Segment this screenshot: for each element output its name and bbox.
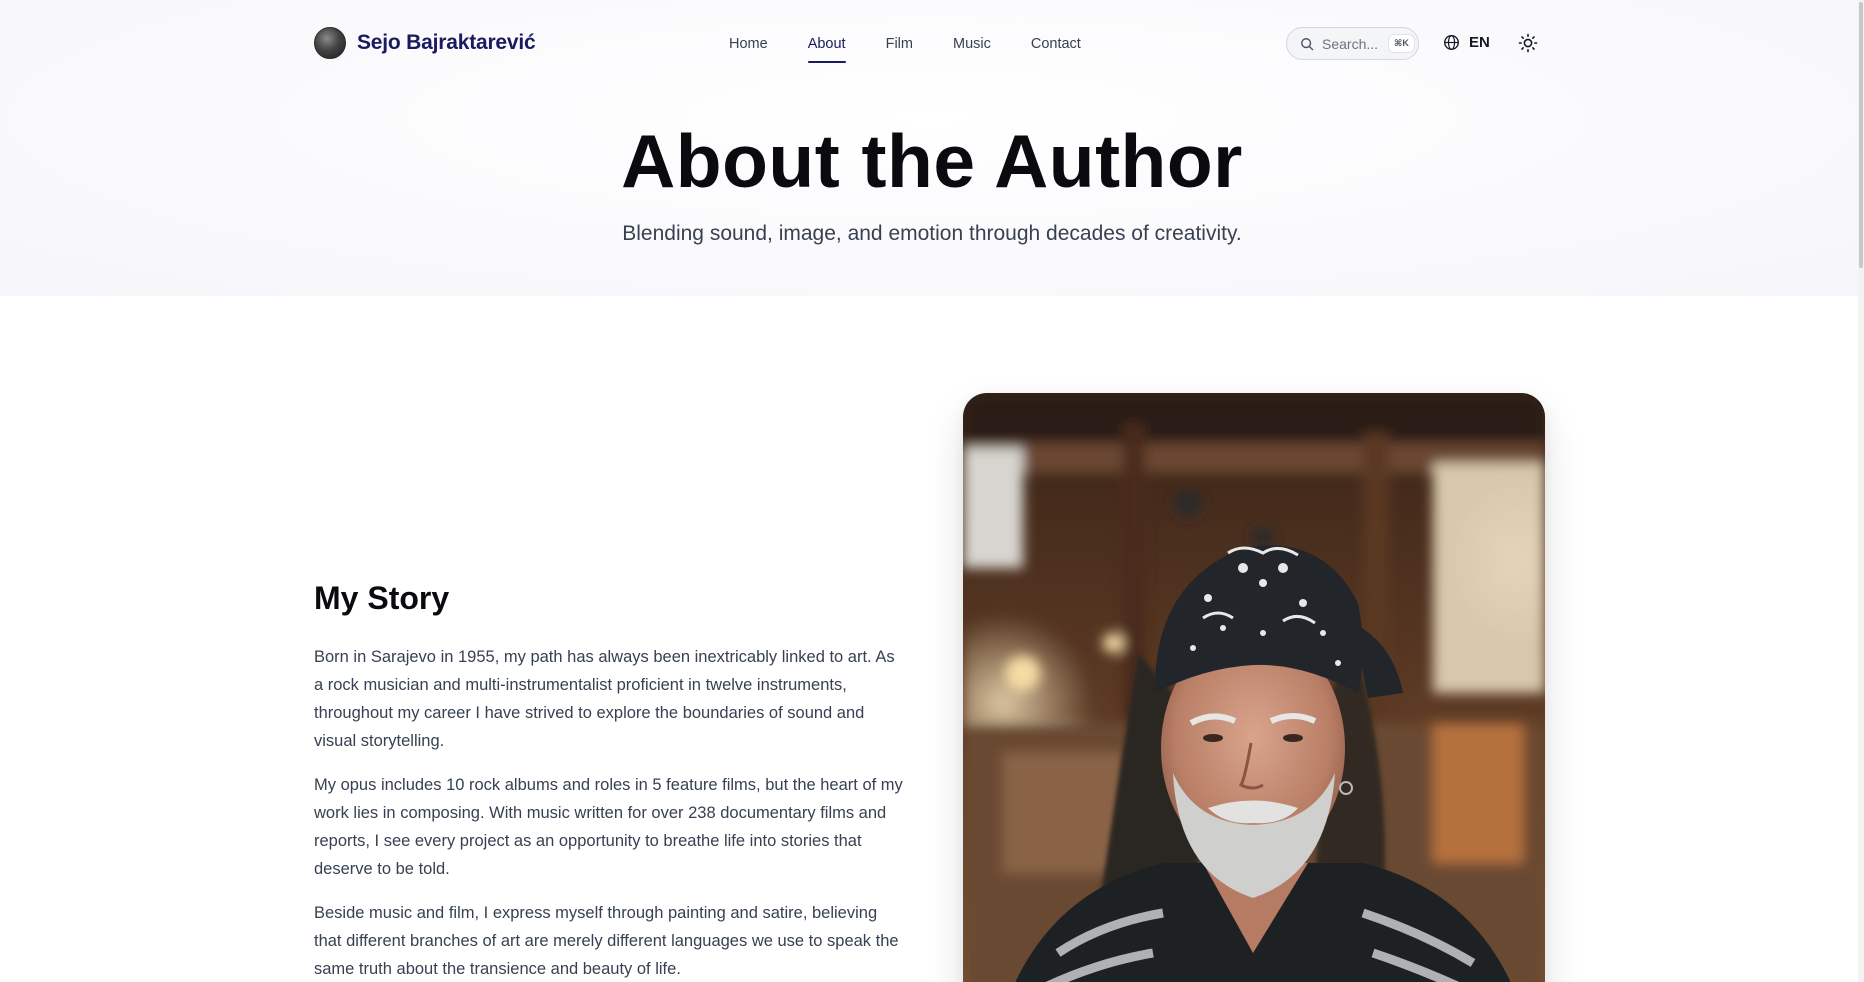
nav-item-home[interactable]: Home xyxy=(729,36,768,66)
search-shortcut-badge: ⌘K xyxy=(1388,34,1415,53)
avatar xyxy=(314,27,346,59)
sun-icon[interactable] xyxy=(1518,33,1538,53)
search-placeholder: Search... xyxy=(1322,35,1379,52)
main-nav: Home About Film Music Contact xyxy=(729,36,1121,66)
search-button[interactable]: Search... ⌘K xyxy=(1286,27,1419,60)
search-icon xyxy=(1301,37,1314,50)
author-photo xyxy=(963,393,1545,982)
story-body: Born in Sarajevo in 1955, my path has al… xyxy=(314,643,904,982)
language-code: EN xyxy=(1469,34,1490,51)
nav-item-about[interactable]: About xyxy=(807,36,846,66)
author-portrait-image xyxy=(963,393,1545,982)
brand-link[interactable]: Sejo Bajraktarević xyxy=(314,27,536,59)
story-paragraph: Born in Sarajevo in 1955, my path has al… xyxy=(314,648,895,750)
brand-name: Sejo Bajraktarević xyxy=(357,31,536,54)
globe-icon xyxy=(1444,35,1459,50)
story-paragraph: My opus includes 10 rock albums and role… xyxy=(314,776,903,878)
scrollbar-thumb[interactable] xyxy=(1859,2,1863,268)
nav-item-film[interactable]: Film xyxy=(886,36,913,66)
page-subtitle: Blending sound, image, and emotion throu… xyxy=(622,222,1242,245)
story-heading: My Story xyxy=(314,580,450,616)
nav-item-music[interactable]: Music xyxy=(953,36,991,66)
language-switcher[interactable]: EN xyxy=(1443,34,1490,51)
site-header: Sejo Bajraktarević Home About Film Music… xyxy=(0,0,1864,90)
page: Sejo Bajraktarević Home About Film Music… xyxy=(0,0,1864,982)
page-title: About the Author xyxy=(621,119,1243,203)
story-paragraph: Beside music and film, I express myself … xyxy=(314,904,899,978)
nav-item-contact[interactable]: Contact xyxy=(1031,36,1081,66)
